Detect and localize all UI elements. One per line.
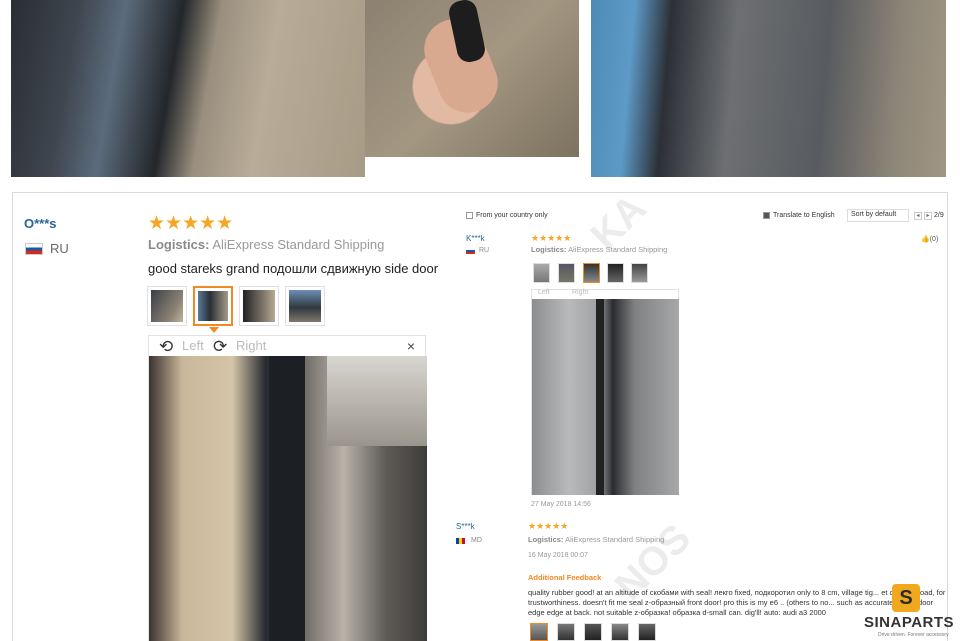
rating-stars: ★★★★★ <box>528 521 569 531</box>
thumbs-up-icon[interactable]: 👍 <box>921 236 930 243</box>
review-thumbnail[interactable] <box>533 263 550 283</box>
image-viewer: ⟲ Left ⟳ Right × <box>148 335 427 641</box>
logistics-line: Logistics: AliExpress Standard Shipping <box>528 535 664 544</box>
moldova-flag-icon <box>456 538 465 544</box>
small-image-viewer: Left Right <box>531 289 679 495</box>
russia-flag-icon <box>466 248 475 254</box>
brand-logo-icon: S <box>892 584 920 612</box>
logistics-line: Logistics: AliExpress Standard Shipping <box>531 245 667 254</box>
logistics-value: AliExpress Standard Shipping <box>212 237 385 252</box>
reviewer-name[interactable]: O***s <box>24 216 57 231</box>
logistics-line: Logistics: AliExpress Standard Shipping <box>148 237 384 252</box>
review-thumbnail[interactable] <box>611 623 629 641</box>
selected-caret-icon <box>209 327 219 333</box>
review-thumbnail-selected[interactable] <box>583 263 600 283</box>
window-shape <box>327 356 427 446</box>
viewer-toolbar: ⟲ Left ⟳ Right × <box>149 336 425 356</box>
review-thumbnail[interactable] <box>285 286 325 326</box>
review-thumbnail[interactable] <box>584 623 602 641</box>
review-thumbnail[interactable] <box>638 623 656 641</box>
brand-name: SINAPARTS <box>864 614 955 631</box>
rotate-right-icon[interactable]: ⟳ <box>213 337 227 357</box>
review-thumbnail[interactable] <box>147 286 187 326</box>
rating-stars: ★★★★★ <box>531 233 572 243</box>
door-frame-shape <box>269 356 305 641</box>
review-thumbnail[interactable] <box>558 263 575 283</box>
review-thumbnail[interactable] <box>557 623 575 641</box>
logistics-value: AliExpress Standard Shipping <box>568 245 668 254</box>
reviewer-name[interactable]: S***k <box>456 522 475 531</box>
reviewer-country: MD <box>471 537 482 544</box>
review-thumbnail[interactable] <box>239 286 279 326</box>
review-thumbnail-selected[interactable] <box>530 623 548 641</box>
next-page-icon[interactable]: ▸ <box>924 212 932 220</box>
close-icon[interactable]: × <box>407 338 415 354</box>
country-filter-checkbox[interactable] <box>466 212 473 219</box>
russia-flag-icon <box>25 243 43 255</box>
page: KA NOS O***s RU ★★★★★ Logistics: AliExpr… <box>0 0 960 641</box>
brand-tagline: Drive driven. Forever accessory <box>878 632 949 638</box>
prev-page-icon[interactable]: ◂ <box>914 212 922 220</box>
translate-label: Translate to English <box>773 212 835 219</box>
review-thumbnail[interactable] <box>607 263 624 283</box>
likes-value: (0) <box>929 236 939 243</box>
review-text: good stareks grand подошли сдвижную side… <box>148 261 439 276</box>
logistics-label: Logistics: <box>531 245 567 254</box>
rotate-right-label[interactable]: Right <box>236 338 266 353</box>
review-date: 16 May 2018 00:07 <box>528 552 588 559</box>
reviewer-country: RU <box>50 241 69 256</box>
additional-feedback-label: Additional Feedback <box>528 573 602 582</box>
reviewer-name[interactable]: K***k <box>466 234 485 243</box>
viewer-image <box>149 356 427 641</box>
door-seal-installed-photo <box>591 0 946 177</box>
page-indicator: 2/9 <box>934 212 944 219</box>
logistics-label: Logistics: <box>528 535 564 544</box>
review-thumbnail-selected[interactable] <box>193 286 233 326</box>
rotate-left-icon[interactable]: ⟲ <box>159 337 173 357</box>
viewer-image <box>532 299 679 495</box>
rotate-right-label[interactable]: Right <box>572 289 588 296</box>
translate-checkbox[interactable] <box>763 212 770 219</box>
rubber-seal-in-hand-photo <box>365 0 579 157</box>
review-thumbnail[interactable] <box>631 263 648 283</box>
like-count[interactable]: 👍(0) <box>921 235 938 243</box>
review-date: 27 May 2018 14:56 <box>531 501 591 508</box>
country-filter-label: From your country only <box>476 212 548 219</box>
logistics-value: AliExpress Standard Shipping <box>565 535 665 544</box>
van-step-seal-photo <box>11 0 365 177</box>
logistics-label: Logistics: <box>148 237 210 252</box>
rating-stars: ★★★★★ <box>148 213 234 234</box>
rotate-left-label[interactable]: Left <box>538 289 550 296</box>
door-frame-shape <box>596 299 604 495</box>
reviewer-country: RU <box>479 247 490 254</box>
sort-label: Sort by default <box>851 211 897 218</box>
rotate-left-label[interactable]: Left <box>182 338 204 353</box>
